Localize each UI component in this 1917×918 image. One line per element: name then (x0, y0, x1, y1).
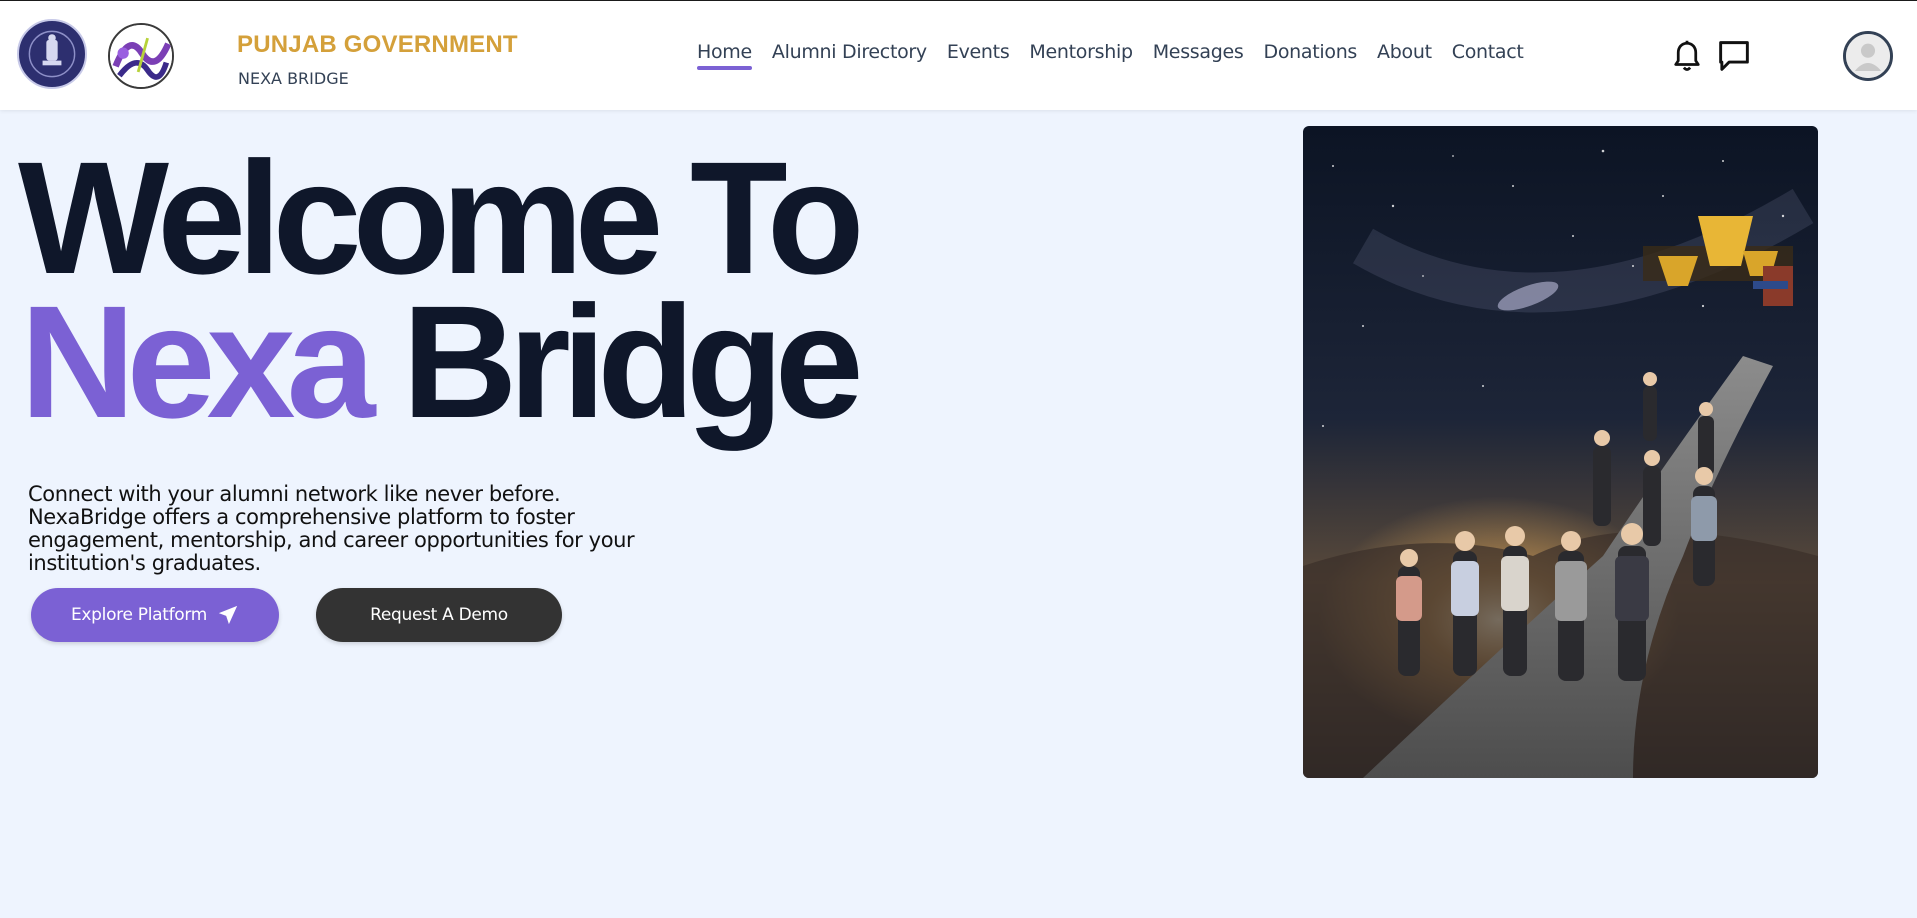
nav-contact[interactable]: Contact (1452, 41, 1524, 63)
navbar: PUNJAB GOVERNMENT NEXA BRIDGE Home Alumn… (0, 0, 1917, 110)
emblem-logo[interactable] (17, 19, 87, 89)
user-icon (1846, 34, 1890, 78)
nexa-logo-icon (110, 25, 172, 87)
nav-mentorship[interactable]: Mentorship (1029, 41, 1133, 63)
explore-platform-label: Explore Platform (70, 605, 208, 625)
nav-messages[interactable]: Messages (1153, 41, 1244, 63)
main-nav: Home Alumni Directory Events Mentorship … (697, 41, 1544, 70)
nav-about[interactable]: About (1377, 41, 1432, 63)
hero-accent-word: Nexa (20, 272, 375, 451)
nav-donations[interactable]: Donations (1264, 41, 1358, 63)
avatar[interactable] (1843, 31, 1893, 81)
request-demo-button[interactable]: Request A Demo (316, 588, 562, 642)
hero-heading-rest: Bridge (401, 272, 864, 451)
nav-events[interactable]: Events (947, 41, 1010, 63)
explore-platform-button[interactable]: Explore Platform (31, 588, 279, 642)
request-demo-label: Request A Demo (370, 605, 508, 625)
hero-description: Connect with your alumni network like ne… (28, 482, 635, 575)
send-icon (218, 605, 238, 625)
nav-alumni-directory[interactable]: Alumni Directory (772, 41, 927, 63)
hero-illustration (1303, 126, 1818, 778)
nav-home[interactable]: Home (697, 41, 752, 70)
chat-icon[interactable] (1717, 39, 1751, 73)
brand-title: PUNJAB GOVERNMENT (237, 31, 518, 58)
bell-icon[interactable] (1672, 39, 1702, 75)
nexa-logo[interactable] (108, 23, 174, 89)
brand-subtitle: NEXA BRIDGE (238, 69, 349, 88)
hero-image (1303, 126, 1818, 778)
emblem-icon (23, 25, 81, 83)
hero-heading-line2: Nexa Bridge (20, 282, 864, 442)
